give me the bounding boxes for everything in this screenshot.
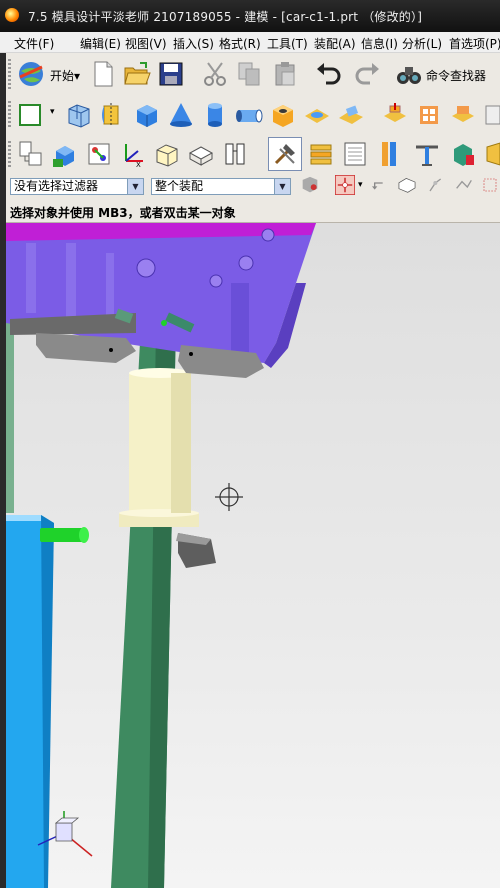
slot-icon[interactable] — [412, 98, 446, 132]
start-dropdown-arrow: ▾ — [74, 69, 81, 83]
window-title: 7.5 模具设计平淡老师 2107189055 - 建模 - [car-c1-1… — [28, 10, 423, 24]
select-box-icon[interactable] — [480, 170, 500, 200]
start-label: 开始 — [50, 69, 75, 83]
more-tools-icon[interactable] — [480, 137, 500, 171]
select-feature-icon[interactable] — [424, 170, 448, 200]
filter-settings-icon[interactable] — [296, 170, 324, 200]
offset-face-icon[interactable] — [218, 137, 252, 171]
snap-point-icon[interactable] — [332, 170, 358, 200]
guide-bushing[interactable] — [119, 368, 199, 527]
groove-icon[interactable] — [446, 98, 480, 132]
motion-icon[interactable] — [410, 137, 444, 171]
command-finder-button[interactable]: 命令查找器 — [426, 67, 486, 84]
copy-icon[interactable] — [232, 57, 266, 91]
mold-wizard-icon[interactable] — [446, 137, 480, 171]
selection-bar: 没有选择过滤器 ▼ 整个装配 ▼ ▾ — [6, 173, 500, 201]
menu-info[interactable]: 信息(I) — [361, 35, 398, 52]
wcs-icon[interactable]: X — [116, 137, 150, 171]
menu-file[interactable]: 文件(F) — [14, 35, 54, 52]
toolbar-grip[interactable] — [8, 59, 11, 89]
title-bar: 7.5 模具设计平淡老师 2107189055 - 建模 - [car-c1-1… — [0, 0, 500, 32]
feature-toolbar: ▾ — [6, 95, 500, 136]
menu-assembly[interactable]: 装配(A) — [314, 35, 356, 52]
menu-view[interactable]: 视图(V) — [125, 35, 167, 52]
cut-icon[interactable] — [198, 57, 232, 91]
toolbar-grip[interactable] — [8, 141, 11, 167]
menu-insert[interactable]: 插入(S) — [173, 35, 214, 52]
assembly-toolbar: X — [6, 135, 500, 174]
menu-bar: 文件(F) 编辑(E) 视图(V) 插入(S) 格式(R) 工具(T) 装配(A… — [0, 32, 500, 53]
sketch-icon[interactable] — [14, 98, 48, 132]
layer-icon[interactable] — [304, 137, 338, 171]
pocket-icon[interactable] — [334, 98, 368, 132]
type-filter-value: 没有选择过滤器 — [14, 179, 99, 193]
drawing-sheet-icon[interactable] — [338, 137, 372, 171]
type-filter-select[interactable]: 没有选择过滤器 ▼ — [10, 178, 144, 195]
section-view-icon[interactable] — [184, 137, 218, 171]
start-button[interactable]: 开始▾ — [50, 67, 80, 84]
chevron-down-icon[interactable]: ▼ — [274, 179, 290, 194]
undo-icon[interactable] — [312, 57, 346, 91]
redo-icon[interactable] — [350, 57, 384, 91]
extrude-icon[interactable] — [62, 98, 96, 132]
cylinder-icon[interactable] — [198, 98, 232, 132]
revolve-icon[interactable] — [96, 98, 130, 132]
standard-toolbar: 开始▾ 命令查找器 — [6, 53, 500, 96]
save-icon[interactable] — [154, 57, 188, 91]
mate-component-icon[interactable] — [82, 137, 116, 171]
ejector-block[interactable] — [6, 515, 54, 888]
globe-start-icon[interactable] — [14, 57, 48, 91]
hole-icon[interactable] — [266, 98, 300, 132]
green-pin[interactable] — [40, 527, 89, 543]
select-body-icon[interactable] — [394, 170, 420, 200]
menu-format[interactable]: 格式(R) — [219, 35, 261, 52]
binoculars-icon[interactable] — [392, 57, 426, 91]
assembly-navigator-icon[interactable] — [14, 137, 48, 171]
status-message: 选择对象并使用 MB3，或者双击某一对象 — [10, 206, 236, 220]
scope-value: 整个装配 — [155, 179, 204, 193]
wireframe-block-icon[interactable] — [150, 137, 184, 171]
menu-edit[interactable]: 编辑(E) — [80, 35, 121, 52]
snap-dropdown-arrow-icon[interactable]: ▾ — [358, 180, 363, 190]
status-bar: 选择对象并使用 MB3，或者双击某一对象 — [6, 200, 500, 223]
back-arrow-icon[interactable] — [366, 170, 390, 200]
model-view[interactable] — [6, 223, 500, 888]
scope-select[interactable]: 整个装配 ▼ — [151, 178, 291, 195]
cursor-crosshair-icon — [215, 483, 243, 511]
cone-icon[interactable] — [164, 98, 198, 132]
tube-icon[interactable] — [232, 98, 266, 132]
menu-analysis[interactable]: 分析(L) — [402, 35, 442, 52]
pad-icon[interactable] — [378, 98, 412, 132]
toolbar-grip[interactable] — [8, 101, 11, 129]
add-component-icon[interactable] — [48, 137, 82, 171]
block-icon[interactable] — [130, 98, 164, 132]
sketch-dropdown-arrow-icon[interactable]: ▾ — [50, 107, 55, 117]
more-features-icon[interactable] — [480, 98, 500, 132]
boss-icon[interactable] — [300, 98, 334, 132]
menu-preferences[interactable]: 首选项(P) — [449, 35, 500, 52]
svg-text:X: X — [136, 161, 141, 169]
measure-icon[interactable] — [372, 137, 406, 171]
open-folder-icon[interactable] — [120, 57, 154, 91]
tools-hammer-icon[interactable] — [268, 137, 302, 171]
new-file-icon[interactable] — [86, 57, 120, 91]
graphics-viewport[interactable] — [6, 223, 500, 888]
chevron-down-icon[interactable]: ▼ — [127, 179, 143, 194]
menu-tools[interactable]: 工具(T) — [267, 35, 308, 52]
nx-logo-icon[interactable] — [5, 8, 19, 22]
paste-icon[interactable] — [268, 57, 302, 91]
select-edge-icon[interactable] — [452, 170, 476, 200]
